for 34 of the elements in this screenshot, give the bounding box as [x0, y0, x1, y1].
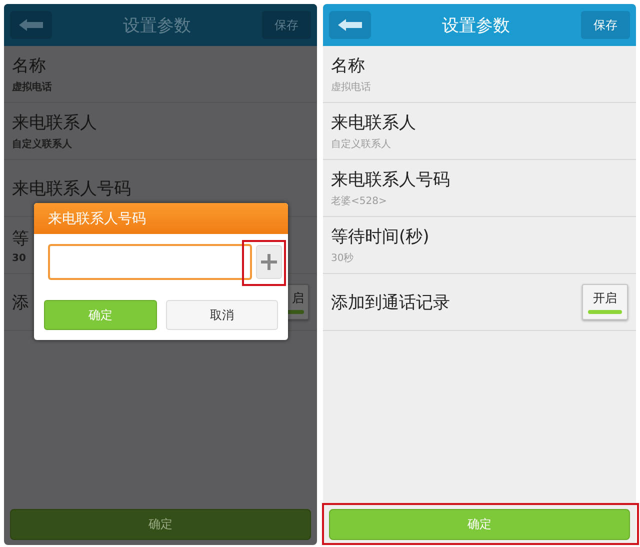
setting-value: 虚拟电话	[12, 80, 52, 94]
arrow-icon	[337, 18, 363, 32]
setting-title: 来电联系人	[12, 112, 97, 134]
number-field[interactable]	[48, 244, 252, 280]
page-title: 设置参数	[123, 14, 191, 36]
back-button[interactable]	[329, 11, 371, 39]
setting-title: 来电联系人	[331, 112, 416, 134]
setting-value: 自定义联系人	[12, 137, 73, 151]
add-button[interactable]	[256, 245, 282, 279]
confirm-button[interactable]: 确定	[329, 509, 630, 540]
setting-value: 30秒	[331, 252, 355, 265]
save-button[interactable]: 保存	[581, 11, 630, 39]
back-button[interactable]	[10, 11, 52, 39]
confirm-button[interactable]: 确定	[44, 300, 156, 330]
setting-title: 添	[12, 292, 29, 314]
setting-title: 名称	[12, 55, 47, 77]
setting-title: 等待时间(秒)	[331, 226, 430, 248]
setting-value: 自定义联系人	[331, 138, 392, 151]
arrow-icon	[18, 18, 44, 32]
confirm-button[interactable]: 确定	[10, 509, 311, 540]
dialog-title: 来电联系人号码	[34, 203, 288, 234]
cancel-button[interactable]: 取消	[166, 300, 278, 330]
setting-title: 名称	[331, 55, 366, 77]
setting-title: 来电联系人号码	[12, 178, 131, 200]
setting-value: 虚拟电话	[331, 80, 371, 94]
setting-title: 添加到通话记录	[331, 292, 450, 314]
setting-title: 等	[12, 228, 29, 250]
setting-title: 来电联系人号码	[331, 169, 450, 191]
setting-value: 30	[12, 252, 27, 264]
plus-icon	[260, 253, 278, 271]
setting-value: 老婆<528>	[331, 194, 388, 208]
toggle-button[interactable]: 开启	[582, 284, 628, 320]
page-title: 设置参数	[442, 14, 510, 36]
save-button[interactable]: 保存	[262, 11, 311, 39]
